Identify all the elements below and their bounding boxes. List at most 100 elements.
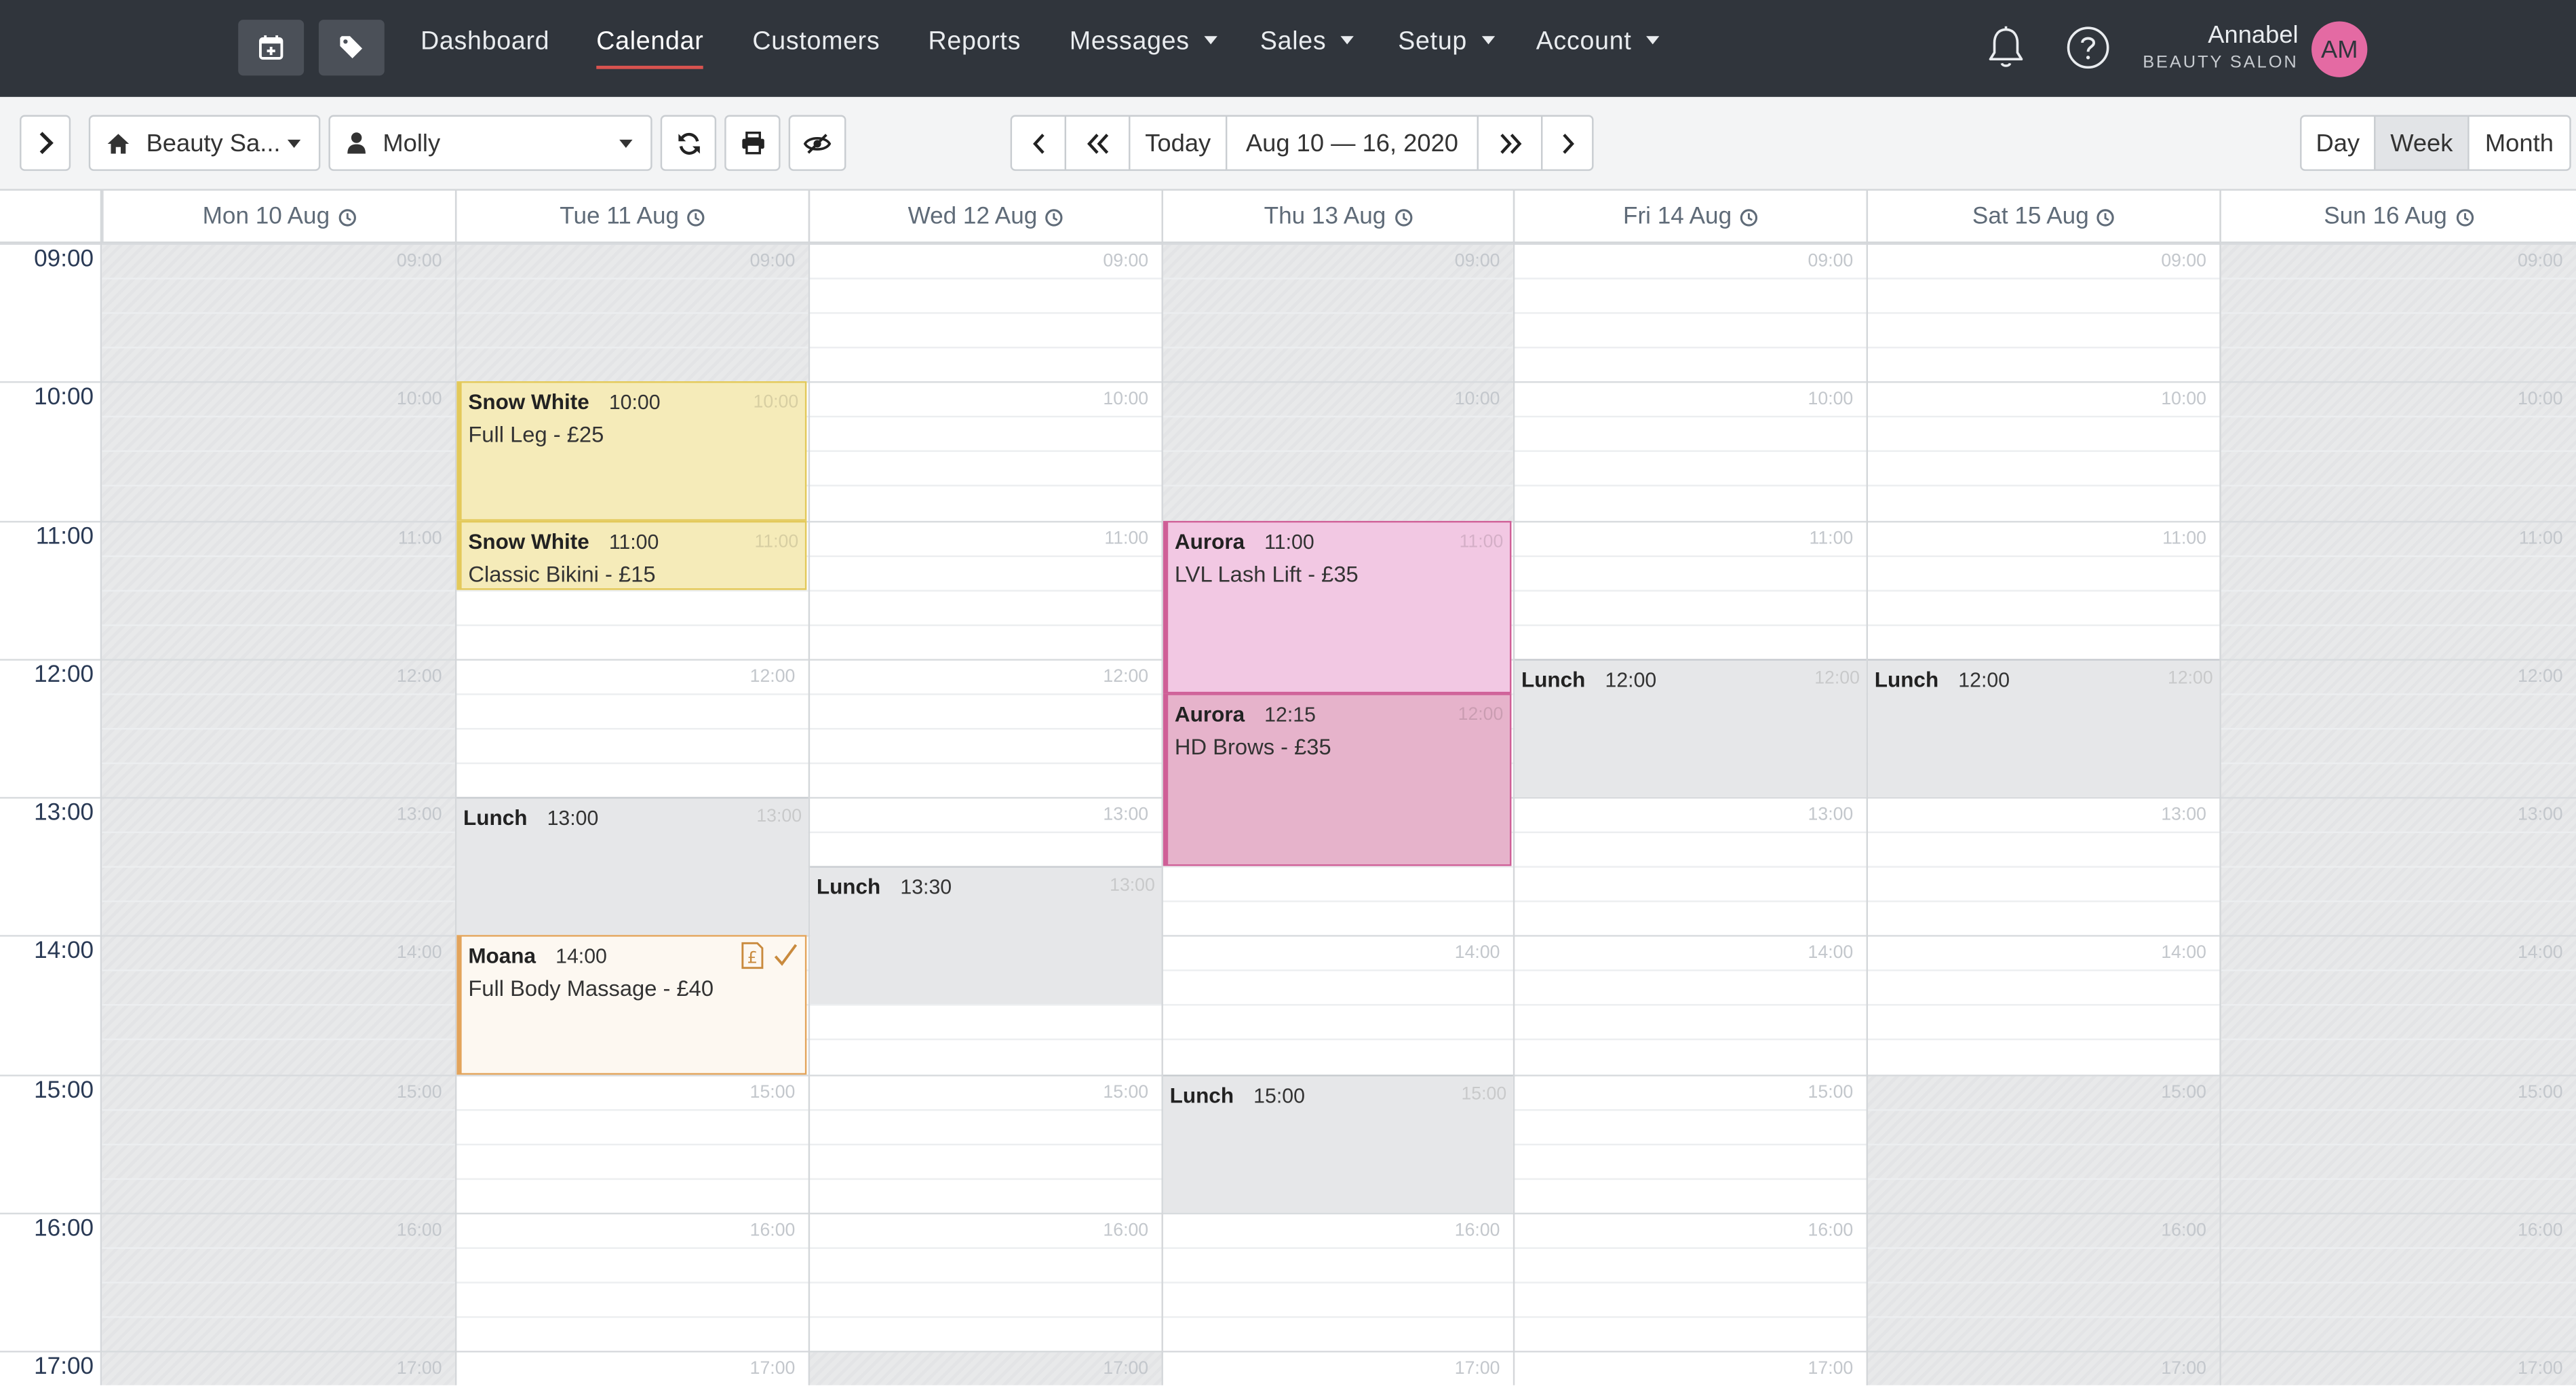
day-column-divider [808,190,811,1385]
lunch-label: Lunch [1169,1082,1234,1107]
appointment-client: Snow White [468,528,589,554]
lunch-block[interactable]: Lunch 13:30 13:00 [810,866,1162,1005]
clock-icon[interactable] [1045,208,1063,226]
slot-time-label: 10:00 [1103,389,1149,410]
staff-select[interactable]: Molly [328,115,652,171]
lunch-label: Lunch [463,805,528,830]
slot-time-label: 09:00 [1103,251,1149,271]
quarter-hour-line [100,1246,2576,1249]
clock-icon[interactable] [687,208,705,226]
previous-week-button[interactable] [1064,116,1129,170]
nav-dashboard[interactable]: Dashboard [421,28,549,58]
nav-customers[interactable]: Customers [752,28,880,58]
next-day-button[interactable] [1541,116,1592,170]
slot-time-label: 12:00 [2517,666,2563,687]
slot-time-label: 11:00 [1104,528,1149,548]
appointment-card[interactable]: Snow White 11:00 Classic Bikini - £15 11:00 [456,520,807,590]
hour-label: 14:00 [34,938,94,965]
date-range-picker[interactable]: Aug 10 — 16, 2020 [1225,116,1477,170]
bell-icon [1989,26,2023,67]
appointment-card[interactable]: Snow White 10:00 Full Leg - £25 10:00 [456,381,807,520]
lunch-block[interactable]: Lunch 12:00 12:00 [1515,658,1867,797]
day-header[interactable]: Thu 13 Aug [1161,190,1513,244]
slot-time-label: 09:00 [1454,251,1500,271]
appointment-card[interactable]: Aurora 11:00 LVL Lash Lift - £35 11:00 [1163,520,1512,693]
clock-icon[interactable] [338,208,356,226]
clock-icon[interactable] [1740,208,1758,226]
appointment-card[interactable]: Moana 14:00 Full Body Massage - £40 £ [456,935,807,1074]
help-icon [2067,26,2109,69]
nav-messages[interactable]: Messages [1070,28,1217,58]
day-header[interactable]: Wed 12 Aug [808,190,1162,244]
quarter-hour-line [100,1282,2576,1284]
location-select[interactable]: Beauty Sa... [88,115,321,171]
nav-reports[interactable]: Reports [929,28,1021,58]
home-icon [107,133,130,153]
lunch-block[interactable]: Lunch 12:00 12:00 [1868,658,2220,797]
previous-day-button[interactable] [1012,117,1065,170]
day-header[interactable]: Sat 15 Aug [1866,190,2220,244]
slot-time-label: 14:00 [1808,943,1854,964]
nav-account[interactable]: Account [1536,28,1660,58]
pound-receipt-icon: £ [741,942,764,969]
today-button[interactable]: Today [1129,116,1226,170]
slot-time-label: 11:00 [1459,531,1504,552]
nav-messages-label: Messages [1069,28,1190,56]
slot-time-label: 16:00 [1103,1220,1149,1241]
nav-sales[interactable]: Sales [1260,28,1354,58]
slot-time-label: 09:00 [396,251,442,271]
slot-time-label: 16:00 [2161,1220,2207,1241]
lunch-label: Lunch [816,874,881,900]
slot-time-label: 14:00 [1454,943,1500,964]
chevron-down-icon [1646,36,1660,45]
appointment-card[interactable]: Aurora 12:15 HD Brows - £35 12:00 [1163,693,1512,866]
slot-time-label: 13:00 [396,805,442,825]
lunch-block[interactable]: Lunch 13:00 13:00 [456,796,808,936]
slot-time-label: 17:00 [1103,1359,1149,1379]
view-month-button[interactable]: Month [2467,116,2569,170]
day-header-label: Fri 14 Aug [1623,204,1732,231]
clock-icon[interactable] [1394,208,1412,226]
clock-icon[interactable] [2097,208,2115,226]
nav-calendar[interactable]: Calendar [596,28,705,69]
clock-icon[interactable] [2455,208,2474,226]
view-day-button[interactable]: Day [2302,117,2375,170]
nav-setup[interactable]: Setup [1398,28,1496,58]
user-name[interactable]: Annabel [2208,21,2298,49]
slot-time-label: 09:00 [2517,251,2563,271]
new-appointment-button[interactable] [238,20,305,76]
slot-time-label: 16:00 [2517,1220,2563,1241]
slot-time-label: 12:00 [2168,668,2213,689]
lunch-block-text: Lunch 15:00 [1170,1082,1305,1106]
chevron-down-icon [1481,36,1496,45]
slot-time-label: 15:00 [749,1082,796,1102]
calendar-plus-icon [258,35,284,60]
slot-time-label: 11:00 [2162,528,2207,548]
new-sale-button[interactable] [318,20,385,76]
refresh-button[interactable] [660,115,717,171]
day-header[interactable]: Tue 11 Aug [454,190,808,244]
next-week-button[interactable] [1477,116,1541,170]
toggle-visibility-button[interactable] [788,115,846,171]
appointment-client: Snow White [468,389,589,415]
slot-time-label: 15:00 [1461,1083,1507,1104]
notifications-button[interactable] [1985,24,2027,79]
slot-time-label: 09:00 [1808,251,1854,271]
day-header[interactable]: Mon 10 Aug [102,190,455,244]
hour-label: 11:00 [35,523,94,550]
day-header[interactable]: Fri 14 Aug [1513,190,1867,244]
view-switcher: Day Week Month [2300,115,2571,171]
hour-line [0,1351,2576,1353]
lunch-label: Lunch [1521,666,1586,692]
lunch-block[interactable]: Lunch 15:00 15:00 [1163,1073,1513,1212]
view-week-button[interactable]: Week [2374,116,2468,170]
avatar[interactable]: AM [2311,21,2368,77]
nav-dashboard-label: Dashboard [421,28,550,56]
printer-icon [741,132,764,155]
print-button[interactable] [724,115,781,171]
view-month-label: Month [2484,129,2554,157]
day-header[interactable]: Sun 16 Aug [2219,190,2576,244]
appointment-client: Aurora [1174,528,1245,554]
expand-sidebar-button[interactable] [20,115,71,171]
help-button[interactable] [2065,24,2111,79]
